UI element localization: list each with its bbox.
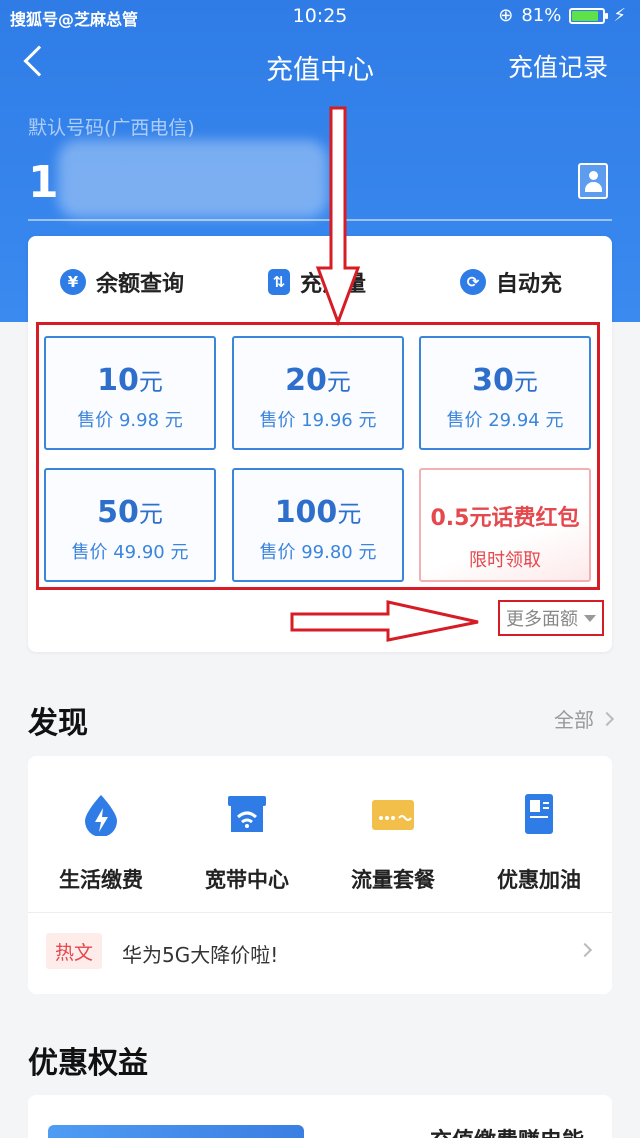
status-bar: 搜狐号@芝麻总管 10:25 ⊕ 81% ⚡ <box>0 0 640 34</box>
discover-card: 生活缴费 宽带中心 流量套餐 优惠加油 热文 华为5G大降价啦! <box>28 756 612 994</box>
chevron-right-icon <box>599 711 615 726</box>
balance-query-button[interactable]: ¥ 余额查询 <box>60 266 184 298</box>
phone-underline <box>28 219 612 221</box>
benefit-text: 充值缴费赚电能 <box>430 1123 584 1138</box>
battery-icon <box>569 7 609 24</box>
data-recharge-button[interactable]: ⇅ 充流量 <box>268 266 366 298</box>
wifi-store-icon <box>228 796 266 832</box>
charging-icon: ⚡ <box>613 5 626 26</box>
lock-rotation-icon: ⊕ <box>498 5 514 26</box>
chevron-right-icon <box>577 942 593 958</box>
see-all-link[interactable]: 全部 <box>554 704 615 733</box>
fuel-discount-item[interactable]: 优惠加油 <box>466 792 612 894</box>
phone-label: 默认号码(广西电信) <box>28 117 195 139</box>
recharge-records-button[interactable]: 充值记录 <box>508 48 608 84</box>
broadband-center-item[interactable]: 宽带中心 <box>174 792 320 894</box>
chevron-down-icon <box>584 614 596 622</box>
phone-number-input[interactable]: 1 <box>28 157 59 208</box>
status-right: ⊕ 81% ⚡ <box>498 5 626 26</box>
data-flow-icon: ⇅ <box>268 269 290 295</box>
benefit-banner <box>48 1125 304 1138</box>
data-plan-item[interactable]: 流量套餐 <box>320 792 466 894</box>
discover-title: 发现 <box>28 706 88 741</box>
more-amounts-button[interactable]: 更多面额 <box>498 600 604 636</box>
quick-actions: ¥ 余额查询 ⇅ 充流量 ⟳ 自动充 <box>28 266 612 310</box>
recharge-card: ¥ 余额查询 ⇅ 充流量 ⟳ 自动充 10元 售价 9.98 元 20元 售价 … <box>28 236 612 652</box>
water-drop-icon <box>85 795 117 837</box>
phone-number-blur <box>58 140 328 218</box>
hot-tag: 热文 <box>46 933 102 969</box>
card-icon <box>372 800 414 830</box>
hot-article-text: 华为5G大降价啦! <box>122 943 279 967</box>
hot-article-row[interactable]: 热文 华为5G大降价啦! <box>28 913 612 993</box>
contacts-icon[interactable] <box>578 163 608 199</box>
auto-recharge-button[interactable]: ⟳ 自动充 <box>460 266 562 298</box>
yuan-search-icon: ¥ <box>60 269 86 295</box>
benefits-title: 优惠权益 <box>28 1046 148 1081</box>
battery-percent: 81% <box>521 5 562 26</box>
benefit-card[interactable]: 充值缴费赚电能 <box>28 1095 612 1138</box>
nav-bar: 充值中心 充值记录 <box>0 40 640 94</box>
annotation-highlight-box <box>36 322 600 590</box>
fuel-pump-icon <box>525 794 553 834</box>
life-payment-item[interactable]: 生活缴费 <box>28 792 174 894</box>
refresh-icon: ⟳ <box>460 269 486 295</box>
